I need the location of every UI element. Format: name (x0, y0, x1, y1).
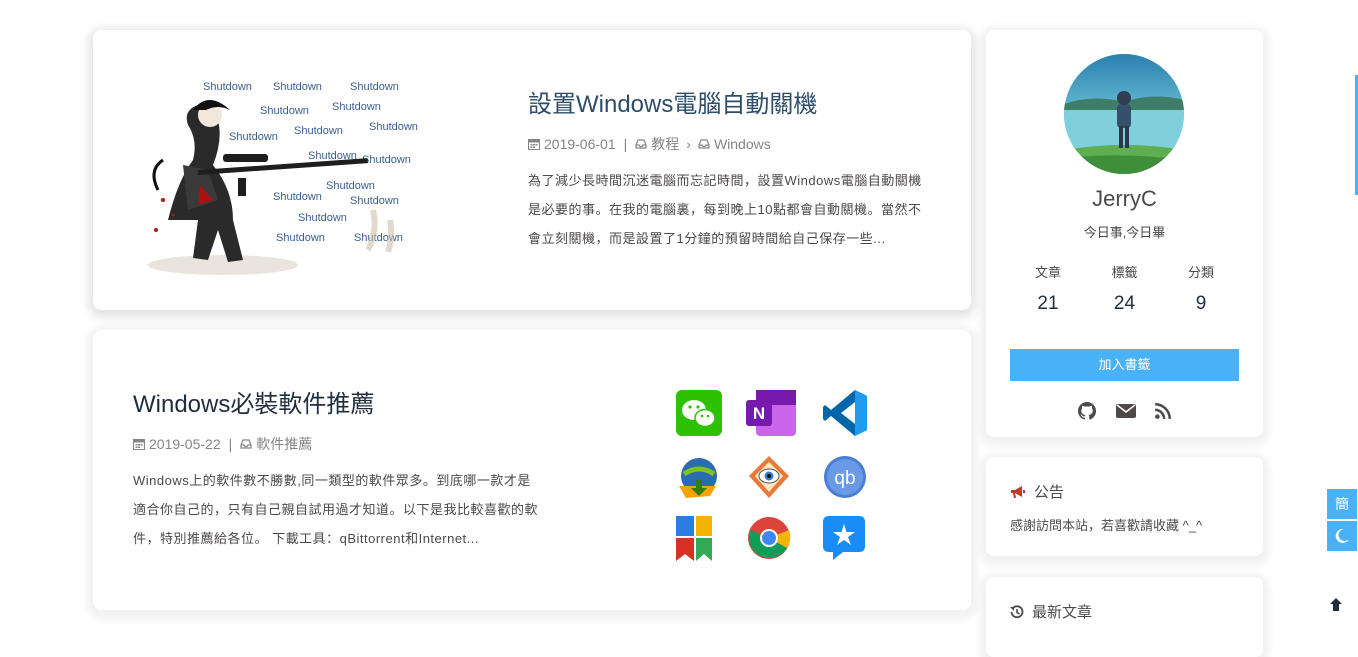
announcement-title: 公告 (1034, 484, 1065, 501)
stat-label: 文章 (1034, 265, 1061, 280)
announcement-text: 感謝訪問本站，若喜歡請收藏 ^_^ (1010, 518, 1203, 533)
site-stats: 文章 21 標籤 24 分類 9 (1010, 262, 1239, 315)
office-tool-icon (676, 516, 712, 561)
email-icon[interactable] (1115, 402, 1136, 420)
wechat-icon (676, 390, 722, 436)
post-date: 2019-05-22 (149, 436, 221, 452)
cover-word: Shutdown (350, 195, 399, 207)
arrow-up-icon (1330, 598, 1342, 611)
post-title[interactable]: Windows必裝軟件推薦 (133, 388, 538, 422)
stat-tags[interactable]: 標籤 24 (1087, 262, 1163, 315)
post-card[interactable]: Windows必裝軟件推薦 2019-05-22 | 軟件推薦 Windows上… (93, 330, 971, 610)
software-icons-grid: N qb (676, 390, 867, 561)
meta-separator: | (228, 436, 233, 452)
calendar-icon (133, 439, 145, 450)
cover-word: Shutdown (350, 81, 399, 93)
post-category-link[interactable]: Windows (714, 136, 771, 152)
post-cover-image[interactable]: N qb (656, 370, 906, 570)
moon-icon (1335, 528, 1349, 543)
recent-posts-header: 最新文章 (1010, 601, 1092, 622)
post-date: 2019-06-01 (544, 136, 616, 152)
cover-word: Shutdown (298, 212, 347, 224)
inbox-icon (698, 139, 710, 149)
cover-word: Shutdown (369, 121, 418, 133)
post-category-link[interactable]: 軟件推薦 (256, 434, 312, 454)
cover-word: Shutdown (276, 232, 325, 244)
cover-word: Shutdown (260, 105, 309, 117)
add-bookmark-button[interactable]: 加入書籤 (1010, 349, 1239, 381)
cover-word: Shutdown (326, 180, 375, 192)
bullhorn-icon (1011, 485, 1025, 498)
svg-text:N: N (753, 404, 765, 423)
post-meta: 2019-06-01 | 教程 › Windows (528, 134, 933, 154)
onenote-icon: N (746, 390, 796, 436)
stat-label: 分類 (1187, 265, 1214, 280)
cover-word: Shutdown (273, 81, 322, 93)
darkmode-button[interactable] (1327, 521, 1357, 551)
post-cover-image[interactable]: Shutdown Shutdown Shutdown Shutdown Shut… (138, 70, 473, 280)
cover-word: Shutdown (354, 232, 403, 244)
faststone-icon (749, 456, 789, 498)
svg-text:qb: qb (834, 468, 855, 489)
announcement-card: 公告 感謝訪問本站，若喜歡請收藏 ^_^ (986, 457, 1263, 556)
cover-word: Shutdown (203, 81, 252, 93)
stat-value: 9 (1195, 293, 1207, 314)
recent-posts-title: 最新文章 (1032, 604, 1093, 621)
inbox-icon (635, 139, 647, 149)
author-info-card: JerryC 今日事,今日畢 文章 21 標籤 24 分類 9 加入書籤 (986, 30, 1263, 437)
post-category-link[interactable]: 教程 (651, 134, 679, 154)
author-name: JerryC (1092, 186, 1157, 211)
stat-articles[interactable]: 文章 21 (1010, 262, 1086, 315)
post-title[interactable]: 設置Windows電腦自動關機 (528, 88, 933, 122)
announcement-header: 公告 (1010, 481, 1064, 502)
author-description: 今日事,今日畢 (1083, 225, 1166, 240)
back-to-top-button[interactable] (1327, 596, 1345, 616)
stat-value: 24 (1113, 293, 1136, 314)
post-card[interactable]: Shutdown Shutdown Shutdown Shutdown Shut… (93, 30, 971, 310)
stat-value: 21 (1037, 293, 1059, 314)
social-links (986, 402, 1263, 420)
idm-icon (679, 458, 717, 498)
cover-word: Shutdown (332, 101, 381, 113)
post-excerpt: Windows上的軟件數不勝數,同一類型的軟件眾多。到底哪一款才是適合你自己的，… (133, 473, 538, 546)
cover-word: Shutdown (362, 154, 411, 166)
qbittorrent-icon: qb (824, 456, 866, 498)
vscode-icon (823, 390, 867, 436)
shutdown-illustration: Shutdown Shutdown Shutdown Shutdown Shut… (138, 70, 473, 280)
cover-word: Shutdown (273, 191, 322, 203)
cover-word: Shutdown (229, 131, 278, 143)
rss-icon[interactable] (1154, 402, 1172, 420)
github-icon[interactable] (1077, 402, 1096, 420)
recent-posts-card: 最新文章 (986, 577, 1263, 657)
history-icon (1010, 604, 1024, 618)
avatar-image (1064, 54, 1184, 174)
post-meta: 2019-05-22 | 軟件推薦 (133, 434, 538, 454)
translate-button[interactable]: 簡 (1327, 489, 1357, 519)
stat-categories[interactable]: 分類 9 (1163, 262, 1239, 315)
tim-icon (823, 516, 865, 560)
chevron-right-icon: › (686, 136, 691, 152)
chrome-icon (748, 517, 791, 559)
calendar-icon (528, 139, 540, 150)
inbox-icon (240, 439, 252, 449)
stat-label: 標籤 (1111, 265, 1138, 280)
avatar[interactable] (1064, 54, 1184, 174)
post-excerpt: 為了減少長時間沉迷電腦而忘記時間，設置Windows電腦自動關機是必要的事。在我… (528, 173, 922, 246)
cover-word: Shutdown (294, 125, 343, 137)
meta-separator: | (623, 136, 628, 152)
